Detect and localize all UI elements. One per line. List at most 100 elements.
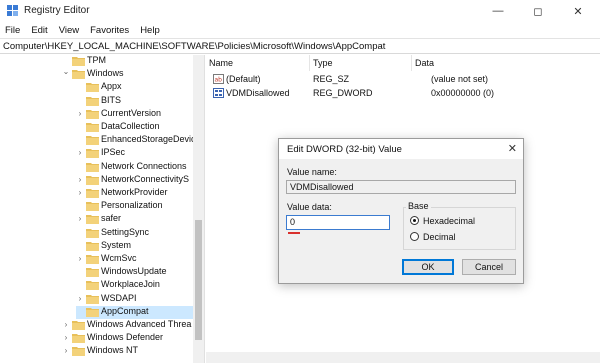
chevron-right-icon[interactable]: ›: [62, 321, 70, 329]
tree-item[interactable]: › NetworkConnectivityS: [76, 174, 193, 187]
tree-item-label: NetworkConnectivityS: [101, 173, 190, 184]
value-data-input[interactable]: 0: [286, 215, 390, 230]
tree-item[interactable]: › Windows Advanced Threa: [62, 319, 193, 332]
chevron-right-icon[interactable]: ›: [76, 215, 84, 223]
menu-file[interactable]: File: [5, 25, 20, 36]
menu-view[interactable]: View: [59, 25, 79, 36]
tree-item[interactable]: › IPSec: [76, 147, 193, 160]
folder-icon: [86, 241, 99, 251]
value-data-label: Value data:: [287, 202, 332, 212]
chevron-right-icon[interactable]: ›: [76, 175, 84, 184]
radio-hexadecimal[interactable]: [410, 216, 419, 225]
list-row-default[interactable]: ab (Default) REG_SZ (value not set): [206, 73, 600, 86]
tree-item[interactable]: ⌄ Windows: [62, 68, 193, 81]
spellcheck-underline: [288, 232, 300, 234]
value-type: REG_DWORD: [313, 88, 373, 98]
dialog-title: Edit DWORD (32-bit) Value: [287, 144, 402, 155]
folder-icon: [86, 228, 99, 238]
tree-item[interactable]: System: [76, 240, 193, 253]
folder-icon: [86, 281, 99, 291]
menu-edit[interactable]: Edit: [31, 25, 47, 36]
cancel-button[interactable]: Cancel: [462, 259, 516, 275]
tree-item-label: WSDAPI: [101, 292, 137, 303]
chevron-right-icon[interactable]: ›: [76, 255, 84, 263]
ok-button[interactable]: OK: [402, 259, 454, 275]
tree-item[interactable]: › Windows Defender: [62, 332, 193, 345]
tree-scrollbar[interactable]: [193, 55, 204, 363]
tree-item[interactable]: › WcmSvc: [76, 253, 193, 266]
folder-icon: [86, 294, 99, 304]
value-name: (Default): [226, 74, 261, 84]
value-name-label: Value name:: [287, 167, 337, 177]
tree-item[interactable]: Personalization: [76, 200, 193, 213]
dialog-close-icon[interactable]: ✕: [508, 142, 517, 155]
decimal-label[interactable]: Decimal: [423, 232, 456, 242]
chevron-down-icon[interactable]: ⌄: [62, 68, 70, 76]
tree-item-label: Appx: [101, 81, 122, 92]
tree-item[interactable]: DataCollection: [76, 121, 193, 134]
column-header-name[interactable]: Name: [206, 55, 310, 71]
base-group: [403, 207, 516, 250]
edit-dword-dialog: Edit DWORD (32-bit) Value ✕ Value name: …: [278, 138, 524, 284]
minimize-icon[interactable]: —: [478, 0, 518, 22]
tree-item[interactable]: › WSDAPI: [76, 293, 193, 306]
tree-item[interactable]: › NetworkProvider: [76, 187, 193, 200]
chevron-right-icon[interactable]: ›: [76, 189, 84, 197]
list-row-vdmdisallowed[interactable]: VDMDisallowed REG_DWORD 0x00000000 (0): [206, 87, 600, 100]
chevron-right-icon[interactable]: ›: [62, 334, 70, 342]
maximize-icon[interactable]: ◻: [518, 0, 558, 22]
folder-icon: [86, 149, 99, 159]
folder-icon: [86, 189, 99, 198]
column-header-data[interactable]: Data: [412, 55, 600, 71]
tree-scrollbar-thumb[interactable]: [195, 220, 202, 340]
tree-item[interactable]: WorkplaceJoin: [76, 279, 193, 292]
folder-icon: [86, 202, 99, 212]
close-icon[interactable]: ✕: [558, 0, 598, 22]
tree-item-label: Windows: [87, 68, 124, 79]
window-title: Registry Editor: [24, 5, 90, 16]
dword-value-icon: [213, 88, 224, 98]
tree-item[interactable]: AppCompat: [76, 305, 193, 319]
tree-item[interactable]: WindowsUpdate: [76, 266, 193, 279]
horizontal-scrollbar[interactable]: [206, 352, 600, 363]
address-bar[interactable]: Computer\HKEY_LOCAL_MACHINE\SOFTWARE\Pol…: [0, 38, 600, 54]
tree-item[interactable]: › Windows NT: [62, 345, 193, 358]
folder-icon: [86, 96, 99, 106]
key-tree[interactable]: TPM ⌄ Windows Appx BITS › CurrentVersion DataCo…: [0, 55, 205, 363]
menu-bar: File Edit View Favorites Help: [0, 22, 600, 38]
folder-icon: [86, 162, 99, 172]
tree-item[interactable]: Network Connections: [76, 161, 193, 174]
radio-decimal[interactable]: [410, 232, 419, 241]
value-data: 0x00000000 (0): [431, 88, 495, 98]
chevron-right-icon[interactable]: ›: [76, 294, 84, 303]
tree-item-label: IPSec: [101, 147, 126, 158]
tree-item[interactable]: SettingSync: [76, 227, 193, 240]
chevron-right-icon[interactable]: ›: [62, 347, 70, 355]
column-header-type[interactable]: Type: [310, 55, 412, 71]
folder-icon: [86, 307, 99, 317]
tree-item[interactable]: EnhancedStorageDevic: [76, 134, 196, 147]
hexadecimal-label[interactable]: Hexadecimal: [423, 216, 475, 226]
folder-icon: [86, 83, 99, 93]
tree-item-label: DataCollection: [101, 121, 160, 131]
tree-item[interactable]: Appx: [76, 81, 193, 94]
tree-item-label: NetworkProvider: [101, 187, 168, 197]
menu-favorites[interactable]: Favorites: [90, 25, 129, 36]
tree-item[interactable]: TPM: [62, 55, 193, 68]
value-type: REG_SZ: [313, 74, 350, 84]
title-bar: Registry Editor — ◻ ✕: [0, 0, 600, 22]
tree-item-label: Personalization: [101, 200, 163, 211]
tree-item[interactable]: › CurrentVersion: [76, 108, 193, 121]
chevron-right-icon[interactable]: ›: [76, 149, 84, 157]
folder-icon: [72, 70, 85, 80]
string-value-icon: ab: [213, 74, 224, 84]
tree-item[interactable]: › safer: [76, 213, 193, 226]
chevron-right-icon[interactable]: ›: [76, 109, 84, 118]
menu-help[interactable]: Help: [140, 25, 160, 36]
value-data: (value not set): [431, 74, 489, 84]
tree-item[interactable]: BITS: [76, 95, 193, 108]
tree-item-label: BITS: [101, 94, 122, 105]
tree-item-label: Network Connections: [101, 160, 187, 171]
folder-icon: [72, 57, 85, 66]
tree-item-label: AppCompat: [101, 305, 149, 316]
